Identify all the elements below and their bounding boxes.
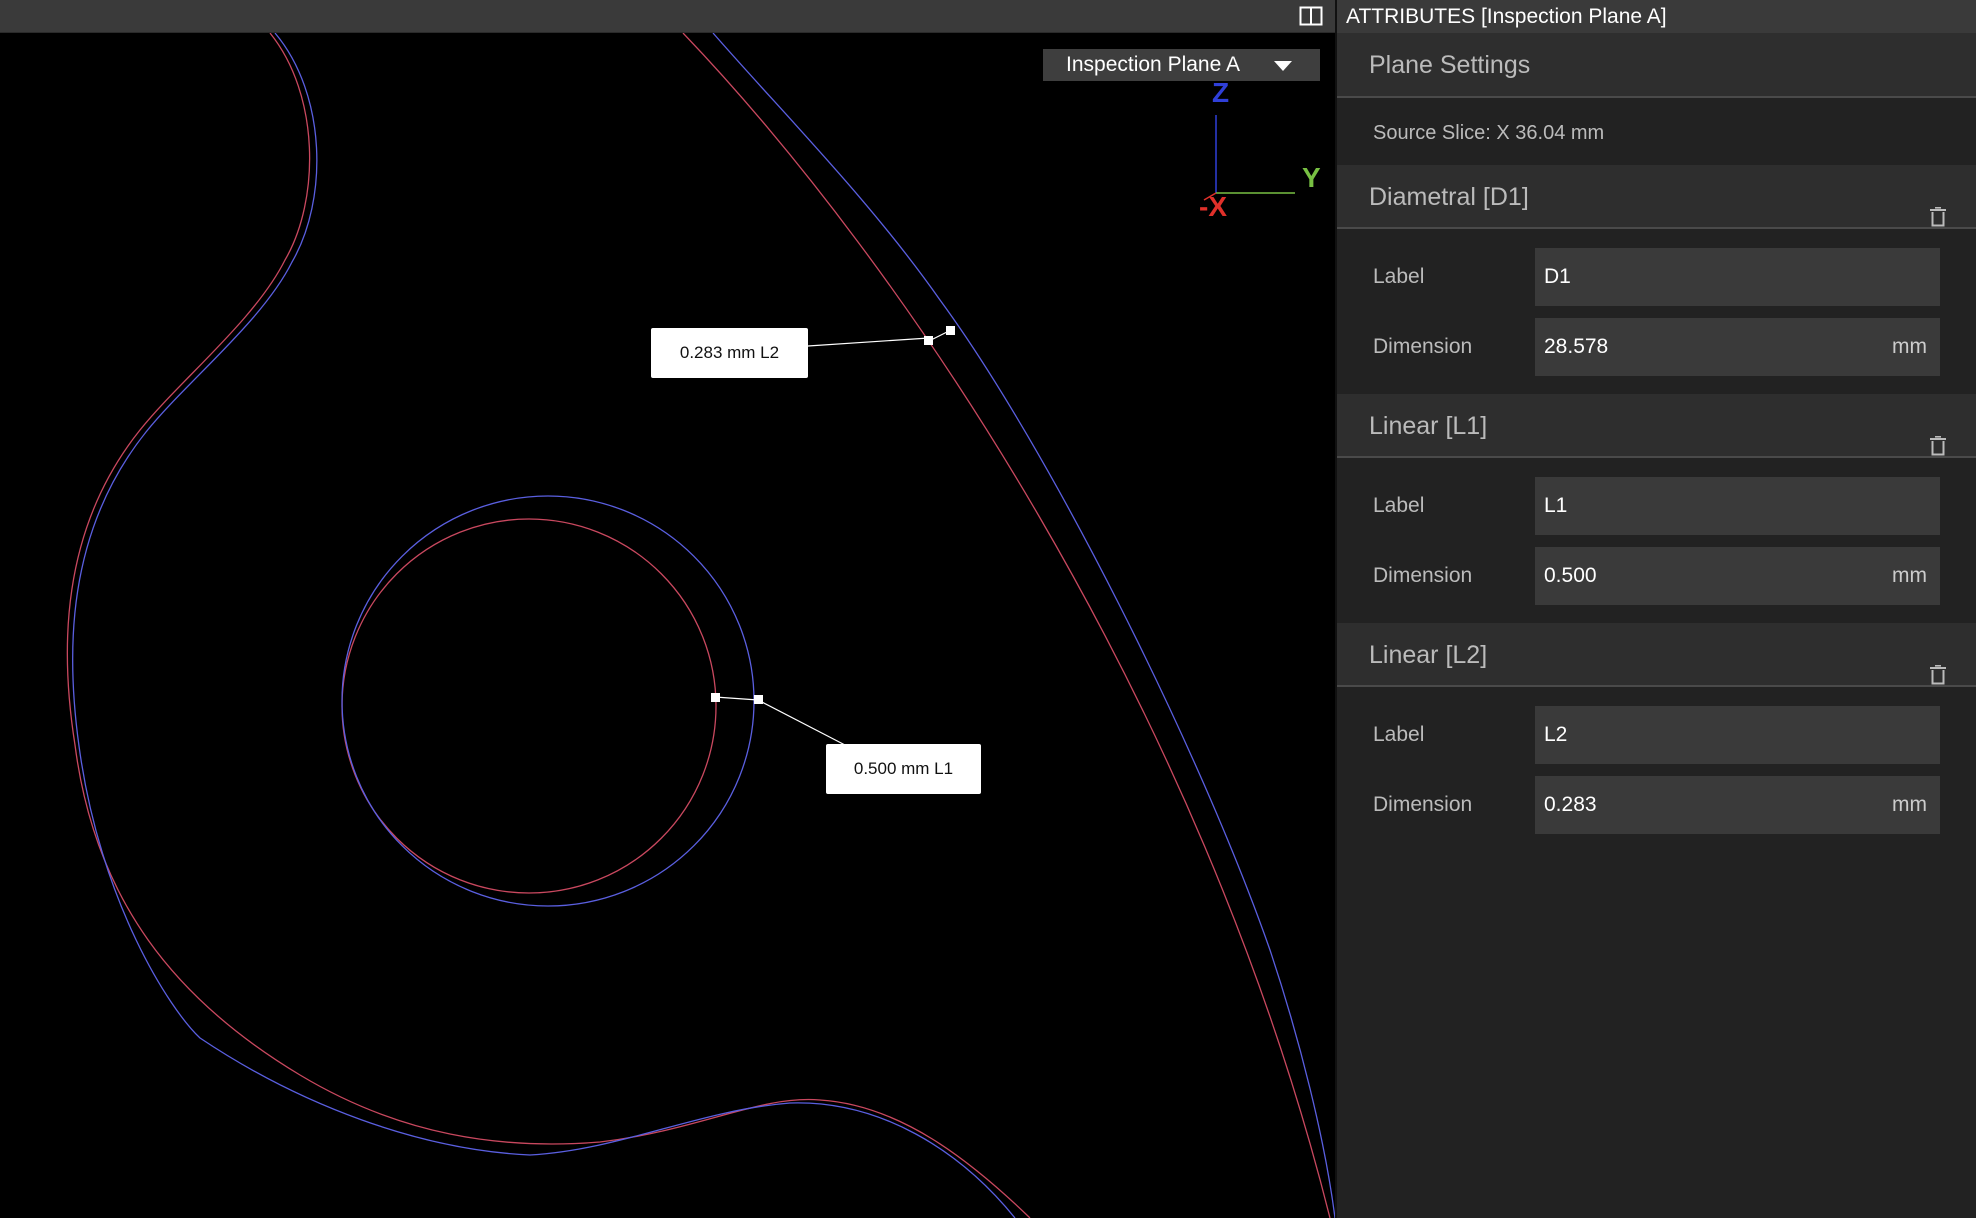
section-header-plane-settings[interactable]: Plane Settings <box>1337 33 1976 98</box>
leader-line-l2 <box>807 337 930 347</box>
trash-icon[interactable] <box>1930 187 1946 227</box>
label-input-l1[interactable]: L1 <box>1535 477 1940 535</box>
label-value: L2 <box>1544 723 1568 746</box>
leader-line-l1-callout <box>757 699 846 746</box>
inspection-scene <box>66 33 1335 1218</box>
section-header-l2[interactable]: Linear [L2] <box>1337 623 1976 687</box>
label-input-l2[interactable]: L2 <box>1535 706 1940 764</box>
callout-l1-text: 0.500 mm L1 <box>853 759 954 778</box>
dimension-value: 0.283 <box>1544 793 1597 816</box>
label-row: Label D1 <box>1373 248 1940 306</box>
measure-point-l2-measured[interactable] <box>946 326 955 335</box>
unit-label: mm <box>1892 793 1927 816</box>
inspection-app: Inspection Plane A Z Y -X 0.283 mm L2 0.… <box>0 0 1976 1218</box>
dimension-input-d1[interactable]: 28.578 mm <box>1535 318 1940 376</box>
dimension-caption: Dimension <box>1373 793 1473 816</box>
trash-icon[interactable] <box>1930 416 1946 456</box>
panel-title: ATTRIBUTES [Inspection Plane A] <box>1337 0 1976 33</box>
section-header-d1[interactable]: Diametral [D1] <box>1337 165 1976 229</box>
label-row: Label L1 <box>1373 477 1940 535</box>
nominal-outer-contour <box>66 33 1031 1218</box>
section-body-l2: Label L2 Dimension 0.283 mm <box>1337 687 1976 852</box>
label-value: L1 <box>1544 494 1568 517</box>
measure-point-l1-measured[interactable] <box>754 695 763 704</box>
label-caption: Label <box>1373 265 1425 288</box>
dimension-input-l2[interactable]: 0.283 mm <box>1535 776 1940 834</box>
dimension-caption: Dimension <box>1373 335 1473 358</box>
label-caption: Label <box>1373 723 1425 746</box>
axis-z-label: Z <box>1212 77 1230 108</box>
trash-icon[interactable] <box>1930 645 1946 685</box>
label-caption: Label <box>1373 494 1425 517</box>
measure-point-l2-nominal[interactable] <box>924 336 933 345</box>
dimension-row: Dimension 0.500 mm <box>1373 547 1940 605</box>
section-body-l1: Label L1 Dimension 0.500 mm <box>1337 458 1976 623</box>
dimension-value: 28.578 <box>1544 335 1609 358</box>
chevron-down-icon <box>1274 61 1292 71</box>
viewport-toolbar <box>0 0 1335 33</box>
inspection-plane-dropdown-label: Inspection Plane A <box>1066 53 1240 76</box>
panel-toggle-icon[interactable] <box>1299 6 1323 26</box>
attributes-panel: ATTRIBUTES [Inspection Plane A] Plane Se… <box>1335 0 1976 1218</box>
section-body-d1: Label D1 Dimension 28.578 mm <box>1337 229 1976 394</box>
inspection-plane-dropdown[interactable]: Inspection Plane A <box>1043 49 1320 81</box>
dimension-input-l1[interactable]: 0.500 mm <box>1535 547 1940 605</box>
dimension-value: 0.500 <box>1544 564 1597 587</box>
callout-l1[interactable]: 0.500 mm L1 <box>826 744 981 794</box>
nominal-right-contour <box>682 33 1331 1218</box>
section-title: Diametral [D1] <box>1369 183 1529 211</box>
inspection-viewport[interactable]: Inspection Plane A Z Y -X 0.283 mm L2 0.… <box>0 33 1335 1218</box>
callout-l2[interactable]: 0.283 mm L2 <box>651 328 808 378</box>
axis-y-label: Y <box>1302 162 1321 193</box>
source-slice-text: Source Slice: X 36.04 mm <box>1337 98 1976 165</box>
leader-line-l1 <box>714 696 759 701</box>
dimension-caption: Dimension <box>1373 564 1473 587</box>
section-title: Linear [L1] <box>1369 412 1488 440</box>
callout-l2-text: 0.283 mm L2 <box>679 343 780 362</box>
section-title: Plane Settings <box>1369 51 1531 79</box>
measure-point-l1-nominal[interactable] <box>711 693 720 702</box>
dimension-row: Dimension 28.578 mm <box>1373 318 1940 376</box>
nominal-hole <box>341 518 717 894</box>
measured-outer-contour <box>72 33 1016 1218</box>
unit-label: mm <box>1892 335 1927 358</box>
section-header-l1[interactable]: Linear [L1] <box>1337 394 1976 458</box>
label-row: Label L2 <box>1373 706 1940 764</box>
measured-right-contour <box>712 33 1335 1218</box>
label-input-d1[interactable]: D1 <box>1535 248 1940 306</box>
axis-x-label: -X <box>1199 191 1227 222</box>
dimension-row: Dimension 0.283 mm <box>1373 776 1940 834</box>
label-value: D1 <box>1544 265 1571 288</box>
section-title: Linear [L2] <box>1369 641 1488 669</box>
unit-label: mm <box>1892 564 1927 587</box>
